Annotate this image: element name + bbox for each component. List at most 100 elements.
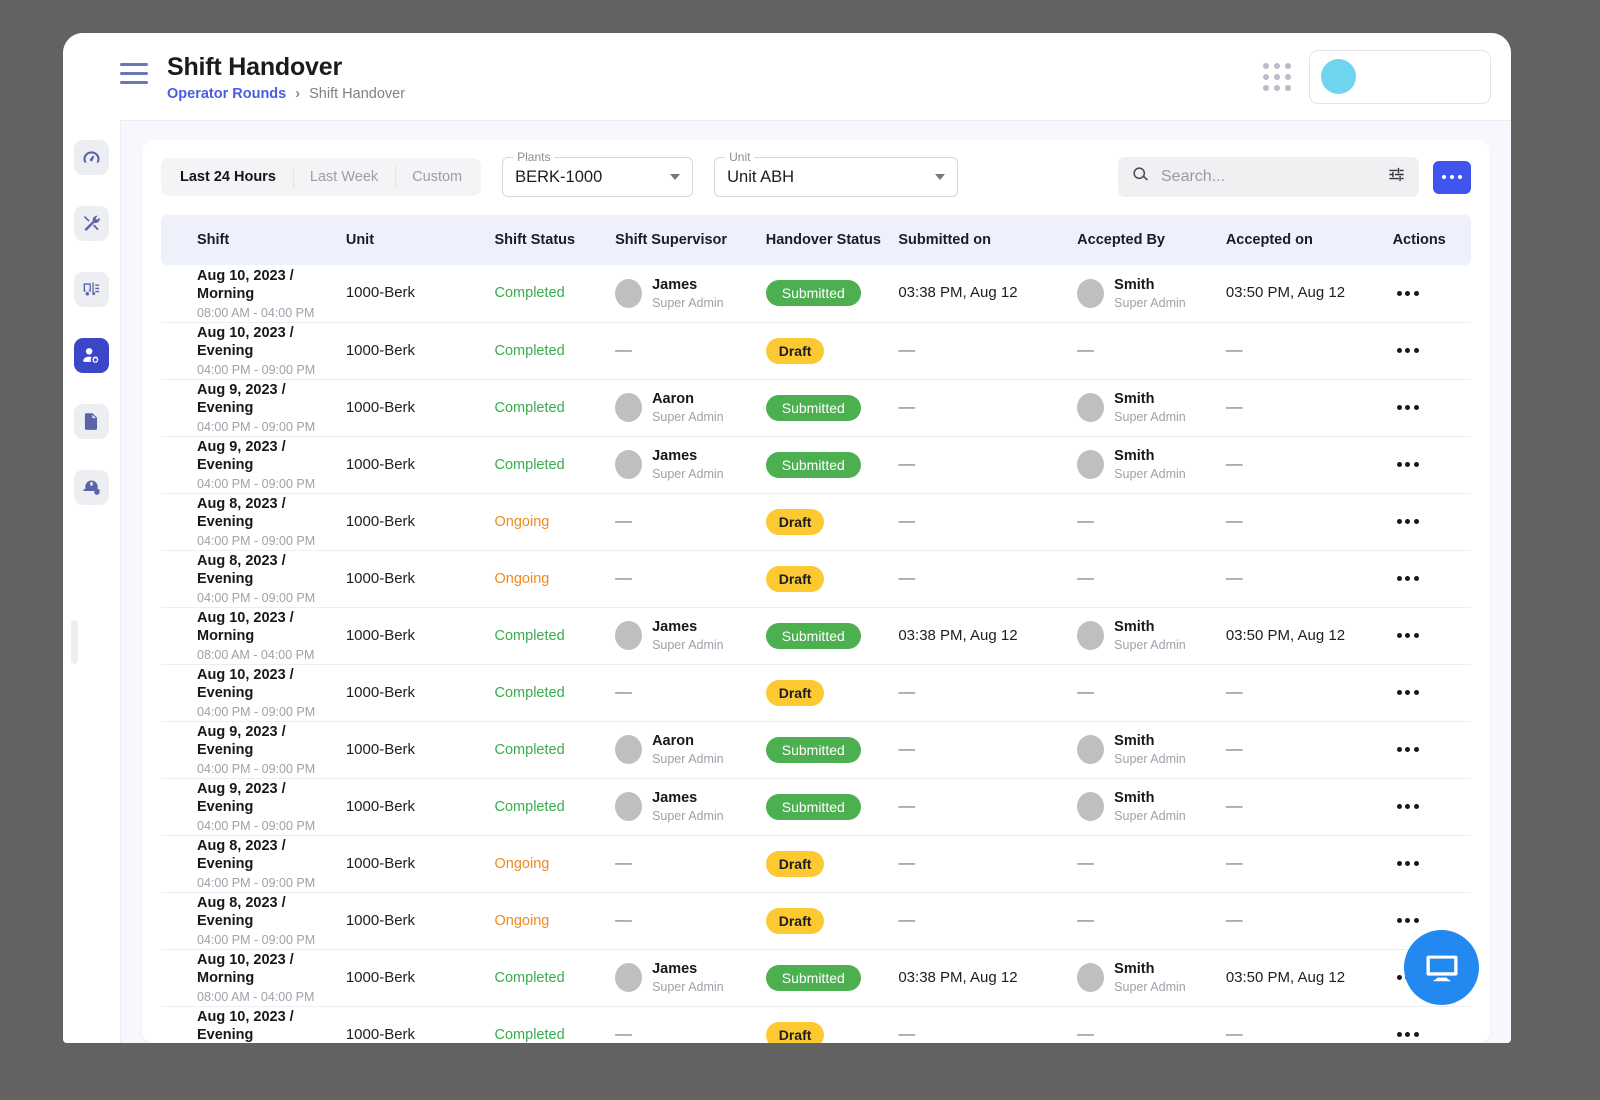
table-row[interactable]: Aug 10, 2023 / Evening04:00 PM - 09:00 P… [161,322,1471,379]
column-header-handover-status[interactable]: Handover Status [766,215,899,265]
status-badge[interactable]: Submitted [766,794,861,820]
submitted-on-value: 03:38 PM, Aug 12 [898,284,1017,301]
cell-actions[interactable] [1393,493,1471,550]
status-badge[interactable]: Draft [766,566,825,592]
user-account-chip[interactable] [1309,50,1491,104]
column-header-shift[interactable]: Shift [161,215,346,265]
row-actions-menu-icon[interactable] [1393,861,1471,866]
person-text: SmithSuper Admin [1114,961,1186,994]
shift-handover-table: Shift Unit Shift Status Shift Supervisor… [161,215,1471,1043]
breadcrumb-parent-link[interactable]: Operator Rounds [167,86,286,102]
status-badge[interactable]: Submitted [766,452,861,478]
table-row[interactable]: Aug 9, 2023 / Evening04:00 PM - 09:00 PM… [161,379,1471,436]
row-actions-menu-icon[interactable] [1393,291,1471,296]
table-row[interactable]: Aug 10, 2023 / Evening04:00 PM - 09:00 P… [161,664,1471,721]
shift-supervisor: JamesSuper Admin [615,790,766,823]
column-header-submitted-on[interactable]: Submitted on [898,215,1077,265]
range-option-custom[interactable]: Custom [395,158,479,196]
cell-actions[interactable] [1393,835,1471,892]
shift-name: Aug 10, 2023 / Evening [197,1008,346,1043]
search-box[interactable] [1118,157,1419,197]
shift-name: Aug 9, 2023 / Evening [197,438,346,474]
empty-value: –– [1077,855,1093,872]
status-badge[interactable]: Draft [766,680,825,706]
status-badge[interactable]: Submitted [766,737,861,763]
column-header-shift-status[interactable]: Shift Status [495,215,616,265]
row-actions-menu-icon[interactable] [1393,690,1471,695]
sidebar-item-documents[interactable] [74,404,109,439]
person-role: Super Admin [1114,296,1186,310]
plants-select-label: Plants [513,150,554,164]
filter-sliders-icon[interactable] [1387,165,1406,189]
cell-actions[interactable] [1393,664,1471,721]
cell-handover-status: Draft [766,835,899,892]
row-actions-menu-icon[interactable] [1393,576,1471,581]
cell-actions[interactable] [1393,778,1471,835]
row-actions-menu-icon[interactable] [1393,804,1471,809]
more-options-button[interactable] [1433,161,1471,194]
unit-select[interactable]: Unit Unit ABH [714,157,958,197]
apps-grid-icon[interactable] [1263,63,1291,91]
cell-actions[interactable] [1393,721,1471,778]
status-badge[interactable]: Draft [766,338,825,364]
plants-select[interactable]: Plants BERK-1000 [502,157,693,197]
cell-shift-status: Completed [495,949,616,1006]
sidebar-scroll-indicator[interactable] [71,620,78,664]
search-input[interactable] [1161,168,1387,186]
row-actions-menu-icon[interactable] [1393,348,1471,353]
avatar [1077,393,1104,422]
table-row[interactable]: Aug 9, 2023 / Evening04:00 PM - 09:00 PM… [161,436,1471,493]
cell-actions[interactable] [1393,1006,1471,1043]
row-actions-menu-icon[interactable] [1393,519,1471,524]
range-option-last-week[interactable]: Last Week [293,158,395,196]
table-row[interactable]: Aug 8, 2023 / Evening04:00 PM - 09:00 PM… [161,892,1471,949]
status-badge[interactable]: Submitted [766,965,861,991]
column-header-shift-supervisor[interactable]: Shift Supervisor [615,215,766,265]
status-badge[interactable]: Draft [766,851,825,877]
cell-shift: Aug 10, 2023 / Evening04:00 PM - 09:00 P… [161,1006,346,1043]
table-row[interactable]: Aug 10, 2023 / Morning08:00 AM - 04:00 P… [161,949,1471,1006]
sidebar-item-operator-rounds[interactable] [74,338,109,373]
column-header-accepted-by[interactable]: Accepted By [1077,215,1226,265]
top-bar-left: Shift Handover Operator Rounds › Shift H… [63,51,1263,103]
sidebar-item-safety[interactable] [74,470,109,505]
sidebar-item-logistics[interactable] [74,272,109,307]
status-badge[interactable]: Draft [766,1022,825,1044]
table-row[interactable]: Aug 8, 2023 / Evening04:00 PM - 09:00 PM… [161,550,1471,607]
accepted-by: SmithSuper Admin [1077,277,1226,310]
cell-actions[interactable] [1393,550,1471,607]
cell-actions[interactable] [1393,436,1471,493]
cell-actions[interactable] [1393,607,1471,664]
status-badge[interactable]: Submitted [766,623,861,649]
status-badge[interactable]: Submitted [766,395,861,421]
column-header-unit[interactable]: Unit [346,215,495,265]
empty-value: –– [1226,456,1242,473]
support-chat-button[interactable] [1404,930,1479,1005]
sidebar-item-dashboard[interactable] [74,140,109,175]
status-badge[interactable]: Draft [766,908,825,934]
empty-value: –– [898,570,914,587]
cell-actions[interactable] [1393,379,1471,436]
cell-actions[interactable] [1393,265,1471,322]
row-actions-menu-icon[interactable] [1393,462,1471,467]
table-row[interactable]: Aug 8, 2023 / Evening04:00 PM - 09:00 PM… [161,835,1471,892]
row-actions-menu-icon[interactable] [1393,1032,1471,1037]
table-row[interactable]: Aug 8, 2023 / Evening04:00 PM - 09:00 PM… [161,493,1471,550]
column-header-accepted-on[interactable]: Accepted on [1226,215,1393,265]
table-row[interactable]: Aug 9, 2023 / Evening04:00 PM - 09:00 PM… [161,721,1471,778]
row-actions-menu-icon[interactable] [1393,405,1471,410]
table-row[interactable]: Aug 10, 2023 / Morning08:00 AM - 04:00 P… [161,265,1471,322]
table-row[interactable]: Aug 9, 2023 / Evening04:00 PM - 09:00 PM… [161,778,1471,835]
app-body: Last 24 Hours Last Week Custom Plants BE… [63,120,1511,1043]
status-badge[interactable]: Submitted [766,280,861,306]
table-row[interactable]: Aug 10, 2023 / Evening04:00 PM - 09:00 P… [161,1006,1471,1043]
cell-actions[interactable] [1393,322,1471,379]
status-badge[interactable]: Draft [766,509,825,535]
table-row[interactable]: Aug 10, 2023 / Morning08:00 AM - 04:00 P… [161,607,1471,664]
row-actions-menu-icon[interactable] [1393,633,1471,638]
sidebar-item-maintenance[interactable] [74,206,109,241]
hamburger-menu-icon[interactable] [120,63,148,84]
row-actions-menu-icon[interactable] [1393,918,1471,923]
range-option-last-24-hours[interactable]: Last 24 Hours [163,158,293,196]
row-actions-menu-icon[interactable] [1393,747,1471,752]
